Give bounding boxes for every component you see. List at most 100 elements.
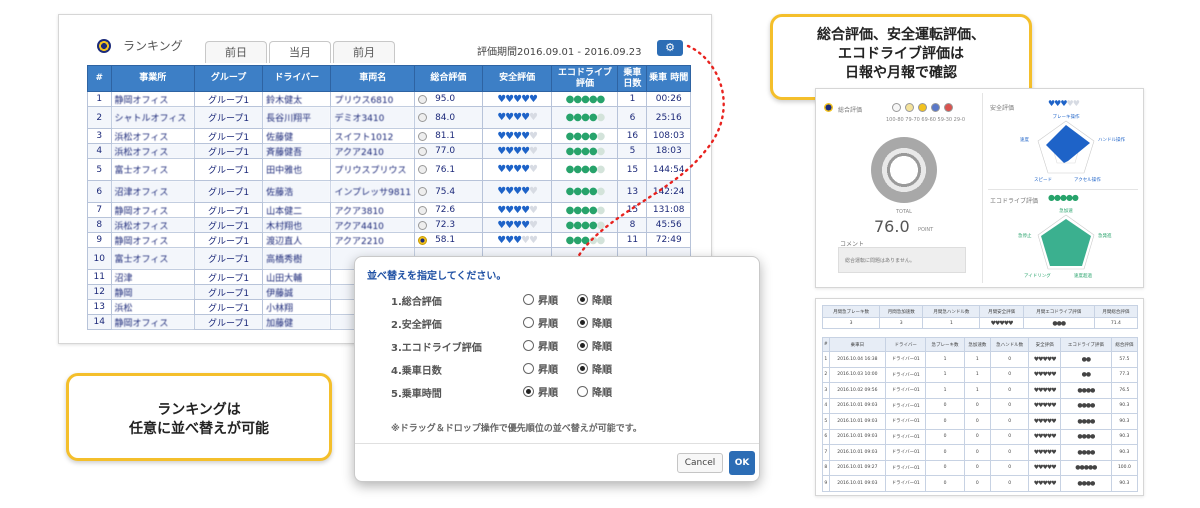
detail-cell: 0 [989, 366, 1030, 383]
detail-cell: ♥♥♥♥♥ [1028, 366, 1061, 383]
detail-cell: 2016.10.01 09:03 [828, 444, 887, 461]
radar-label: 急加速 [1059, 207, 1073, 214]
daily-report-panel: 総合評価 100-80 79-70 69-60 59-30 29-0 TOTAL… [815, 88, 1144, 288]
total-score: 76.0 [874, 217, 910, 236]
detail-cell: ●●●● [1059, 475, 1112, 492]
sort-option-row[interactable]: 4.乗車日数 昇順 降順 [391, 360, 721, 377]
detail-cell: 1 [963, 351, 991, 368]
summary-header: 月間安全評価 [979, 305, 1024, 318]
callout-ranking-line1: ランキングは [157, 402, 241, 418]
sort-desc-option[interactable]: 降順 [577, 315, 612, 330]
sort-asc-option[interactable]: 昇順 [523, 338, 558, 353]
sort-dialog-title: 並べ替えを指定してください。 [367, 271, 507, 282]
face-icon [918, 103, 927, 112]
detail-cell: 57.5 [1110, 351, 1139, 368]
detail-cell: 0 [925, 413, 965, 430]
sort-desc-option[interactable]: 降順 [577, 292, 612, 307]
callout-reports-line1: 総合評価、安全運転評価、 [817, 27, 985, 43]
radar-label: ハンドル操作 [1098, 136, 1125, 143]
radio-button[interactable] [577, 363, 588, 374]
detail-header-row: # 乗車日 ドライバー 急ブレーキ数 急加速数 急ハンドル数 安全評価 エコドライブ評価 総合評… [822, 337, 1139, 352]
table-row[interactable]: 3 2016.10.02 09:56 ドライバー01 1 1 0 ♥♥♥♥♥ ●●●● 76.5 [822, 382, 1139, 399]
table-row[interactable]: 2 2016.10.03 10:00 ドライバー01 1 1 0 ♥♥♥♥♥ ●● 77.3 [822, 366, 1139, 383]
detail-header: ドライバー [885, 337, 927, 352]
radio-label: 降順 [592, 365, 612, 376]
detail-cell: ドライバー01 [885, 351, 927, 368]
table-row[interactable]: 1 2016.10.04 16:38 ドライバー01 1 1 0 ♥♥♥♥♥ ●● 57.5 [822, 351, 1139, 368]
radio-button[interactable] [577, 340, 588, 351]
dialog-divider [355, 443, 759, 444]
eco-drops: ●●●●● [1048, 193, 1079, 202]
sort-desc-option[interactable]: 降順 [577, 338, 612, 353]
sort-option-row[interactable]: 1.総合評価 昇順 降順 [391, 291, 721, 308]
sort-desc-option[interactable]: 降順 [577, 361, 612, 376]
radio-button[interactable] [523, 294, 534, 305]
table-row[interactable]: 9 2016.10.01 09:03 ドライバー01 0 0 0 ♥♥♥♥♥ ●●●● 90.3 [822, 475, 1139, 492]
detail-cell: 0 [989, 382, 1030, 399]
radio-button[interactable] [523, 363, 534, 374]
sort-asc-option[interactable]: 昇順 [523, 315, 558, 330]
comment-box: 総合運転に問題はありません。 [838, 247, 966, 273]
face-icon [892, 103, 901, 112]
detail-cell: 2016.10.01 09:03 [828, 428, 887, 445]
detail-header: 安全評価 [1028, 337, 1061, 352]
detail-cell: ♥♥♥♥♥ [1028, 413, 1061, 430]
detail-cell: 2016.10.03 10:00 [828, 366, 887, 383]
radio-button[interactable] [523, 386, 534, 397]
face-scale-labels: 100-80 79-70 69-60 59-30 29-0 [886, 117, 966, 123]
radio-button[interactable] [577, 294, 588, 305]
cancel-button[interactable]: Cancel [677, 453, 723, 473]
detail-cell: 0 [925, 475, 965, 492]
detail-cell: ドライバー01 [885, 475, 927, 492]
radio-label: 降順 [592, 388, 612, 399]
detail-cell: 2016.10.01 09:03 [828, 475, 887, 492]
score-gauge [871, 137, 937, 203]
radio-button[interactable] [577, 386, 588, 397]
radio-button[interactable] [523, 340, 534, 351]
radar-label: 急発進 [1098, 232, 1112, 239]
summary-value: 3 [879, 317, 924, 329]
sort-option-row[interactable]: 3.エコドライブ評価 昇順 降順 [391, 337, 721, 354]
radio-label: 昇順 [538, 388, 558, 399]
detail-cell: 0 [963, 444, 991, 461]
detail-cell: 2016.10.02 09:56 [828, 382, 887, 399]
radar-label: 速度 [1020, 136, 1029, 143]
detail-cell: ドライバー01 [885, 366, 927, 383]
radio-label: 昇順 [538, 365, 558, 376]
radio-button[interactable] [523, 317, 534, 328]
detail-cell: 90.3 [1110, 428, 1139, 445]
table-row[interactable]: 4 2016.10.01 09:03 ドライバー01 0 0 0 ♥♥♥♥♥ ●●●● 90.3 [822, 397, 1139, 414]
detail-cell: 2016.10.01 09:27 [828, 459, 887, 476]
sort-criterion-label: 4.乗車日数 [391, 366, 442, 377]
summary-value: 3 [821, 317, 881, 329]
detail-cell: 0 [989, 459, 1030, 476]
detail-cell: ●● [1059, 351, 1112, 368]
callout-ranking-line2: 任意に並べ替えが可能 [129, 421, 269, 437]
detail-cell: ドライバー01 [885, 459, 927, 476]
detail-cell: 0 [989, 351, 1030, 368]
sort-option-row[interactable]: 5.乗車時間 昇順 降順 [391, 383, 721, 400]
sort-asc-option[interactable]: 昇順 [523, 384, 558, 399]
detail-cell: 0 [989, 444, 1030, 461]
table-row[interactable]: 6 2016.10.01 09:03 ドライバー01 0 0 0 ♥♥♥♥♥ ●●●● 90.3 [822, 428, 1139, 445]
eco-radar-chart: 急加速 急発進 急停止 アイドリング 速度超過 [1018, 207, 1112, 279]
table-row[interactable]: 5 2016.10.01 09:03 ドライバー01 0 0 0 ♥♥♥♥♥ ●●●● 90.3 [822, 413, 1139, 430]
detail-cell: 100.0 [1110, 459, 1139, 476]
sort-criterion-label: 2.安全評価 [391, 320, 442, 331]
sort-option-row[interactable]: 2.安全評価 昇順 降順 [391, 314, 721, 331]
detail-cell: 2016.10.01 09:03 [828, 413, 887, 430]
table-row[interactable]: 7 2016.10.01 09:03 ドライバー01 0 0 0 ♥♥♥♥♥ ●●●● 90.3 [822, 444, 1139, 461]
sort-desc-option[interactable]: 降順 [577, 384, 612, 399]
callout-reports-line2: エコドライブ評価は [838, 46, 964, 62]
table-row[interactable]: 8 2016.10.01 09:27 ドライバー01 0 0 0 ♥♥♥♥♥ ●●●●● 100… [822, 459, 1139, 476]
detail-cell: 0 [963, 475, 991, 492]
detail-cell: 2016.10.04 16:38 [828, 351, 887, 368]
detail-cell: 0 [989, 475, 1030, 492]
radio-button[interactable] [577, 317, 588, 328]
sort-asc-option[interactable]: 昇順 [523, 361, 558, 376]
radar-label: スピード [1034, 177, 1052, 183]
ok-button[interactable]: OK [729, 451, 755, 475]
sort-asc-option[interactable]: 昇順 [523, 292, 558, 307]
detail-cell: 90.3 [1110, 397, 1139, 414]
sort-criterion-label: 1.総合評価 [391, 297, 442, 308]
